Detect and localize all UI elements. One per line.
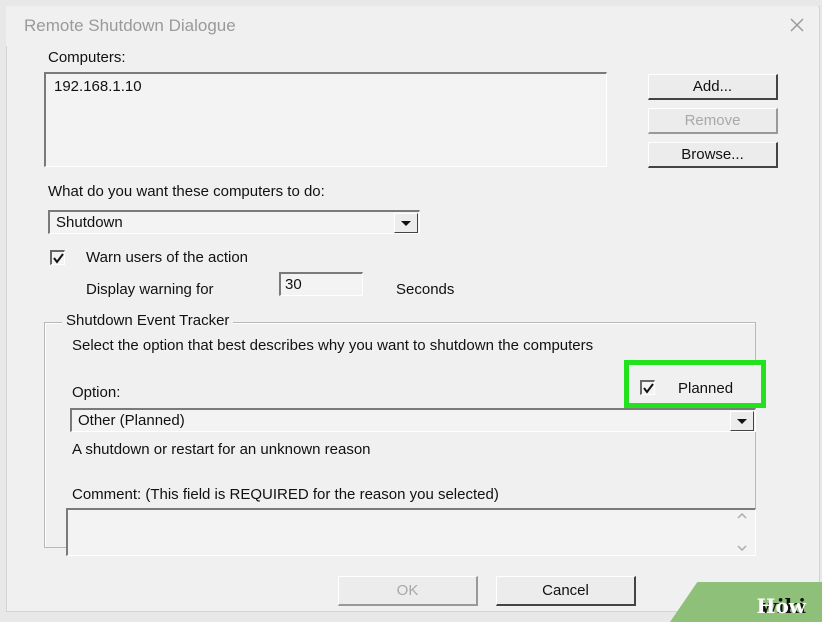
computer-list-item[interactable]: 192.168.1.10 xyxy=(54,78,142,95)
chevron-up-icon[interactable] xyxy=(737,512,747,520)
browse-button[interactable]: Browse... xyxy=(648,142,778,168)
chevron-down-icon[interactable] xyxy=(730,411,754,431)
tracker-group-title: Shutdown Event Tracker xyxy=(62,312,234,329)
action-selected-value: Shutdown xyxy=(56,214,123,231)
computers-list[interactable]: 192.168.1.10 xyxy=(44,72,607,167)
checkmark-icon xyxy=(642,382,654,394)
option-selected-value: Other (Planned) xyxy=(78,412,185,429)
planned-label[interactable]: Planned xyxy=(678,380,733,397)
tracker-description: Select the option that best describes wh… xyxy=(72,337,594,354)
cancel-button[interactable]: Cancel xyxy=(496,576,636,606)
comment-field[interactable] xyxy=(66,508,756,556)
watermark-suffix: How xyxy=(756,594,806,618)
warn-users-label[interactable]: Warn users of the action xyxy=(86,249,248,266)
comment-label: Comment: (This field is REQUIRED for the… xyxy=(72,486,499,503)
option-select[interactable]: Other (Planned) xyxy=(70,408,756,432)
warn-users-checkbox[interactable] xyxy=(50,250,65,265)
window-title: Remote Shutdown Dialogue xyxy=(24,16,236,35)
warning-seconds-input[interactable]: 30 xyxy=(279,272,363,296)
computers-label: Computers: xyxy=(48,49,126,66)
chevron-down-icon[interactable] xyxy=(737,544,747,552)
comment-scrollbar[interactable] xyxy=(731,512,753,552)
chevron-down-icon[interactable] xyxy=(394,213,418,233)
warning-seconds-value: 30 xyxy=(285,276,302,293)
planned-checkbox[interactable] xyxy=(640,380,655,395)
display-warning-label: Display warning for xyxy=(86,281,214,298)
checkmark-icon xyxy=(52,252,64,264)
close-icon[interactable] xyxy=(782,10,812,40)
reason-text: A shutdown or restart for an unknown rea… xyxy=(72,441,371,458)
remove-button[interactable]: Remove xyxy=(648,108,778,134)
add-button[interactable]: Add... xyxy=(648,74,778,100)
option-label: Option: xyxy=(72,384,121,401)
action-select[interactable]: Shutdown xyxy=(48,210,420,234)
title-bar: Remote Shutdown Dialogue xyxy=(6,6,818,46)
ok-button[interactable]: OK xyxy=(338,576,478,606)
seconds-label: Seconds xyxy=(396,281,455,298)
action-label: What do you want these computers to do: xyxy=(48,183,325,200)
